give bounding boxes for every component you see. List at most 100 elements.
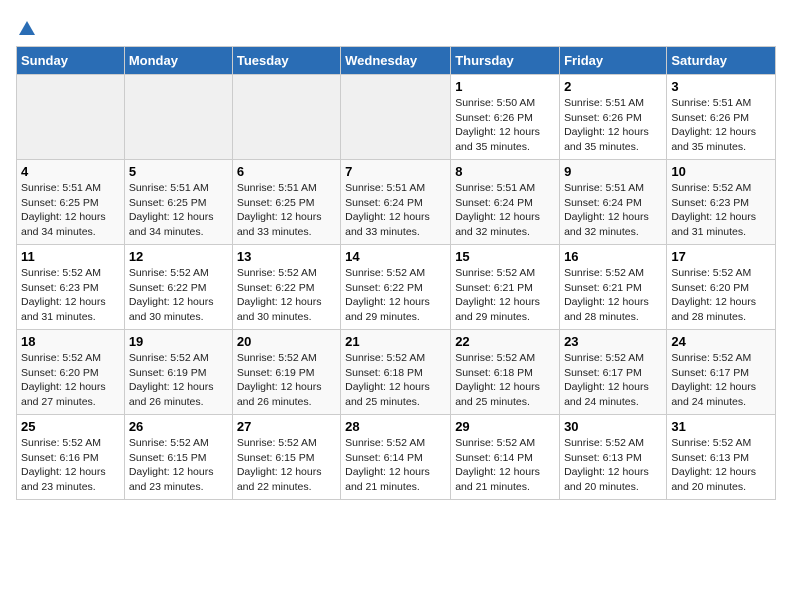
day-number: 11 bbox=[21, 249, 120, 264]
day-info: Sunrise: 5:51 AM Sunset: 6:25 PM Dayligh… bbox=[129, 181, 228, 240]
day-number: 10 bbox=[671, 164, 771, 179]
day-number: 1 bbox=[455, 79, 555, 94]
day-number: 2 bbox=[564, 79, 662, 94]
day-number: 31 bbox=[671, 419, 771, 434]
calendar-cell: 18 Sunrise: 5:52 AM Sunset: 6:20 PM Dayli… bbox=[17, 330, 125, 415]
day-info: Sunrise: 5:52 AM Sunset: 6:19 PM Dayligh… bbox=[237, 351, 336, 410]
day-number: 30 bbox=[564, 419, 662, 434]
calendar-cell: 27 Sunrise: 5:52 AM Sunset: 6:15 PM Dayli… bbox=[232, 415, 340, 500]
day-number: 15 bbox=[455, 249, 555, 264]
day-number: 8 bbox=[455, 164, 555, 179]
calendar-cell: 1 Sunrise: 5:50 AM Sunset: 6:26 PM Daylig… bbox=[451, 75, 560, 160]
day-info: Sunrise: 5:52 AM Sunset: 6:14 PM Dayligh… bbox=[455, 436, 555, 495]
logo-icon bbox=[18, 19, 36, 37]
day-info: Sunrise: 5:52 AM Sunset: 6:14 PM Dayligh… bbox=[345, 436, 446, 495]
calendar-cell: 7Sunrise: 5:51 AM Sunset: 6:24 PM Daylig… bbox=[341, 160, 451, 245]
calendar-week-row: 25Sunrise: 5:52 AM Sunset: 6:16 PM Dayli… bbox=[17, 415, 776, 500]
day-info: Sunrise: 5:52 AM Sunset: 6:15 PM Dayligh… bbox=[237, 436, 336, 495]
day-number: 28 bbox=[345, 419, 446, 434]
calendar-cell: 31Sunrise: 5:52 AM Sunset: 6:13 PM Dayli… bbox=[667, 415, 776, 500]
calendar-cell: 16 Sunrise: 5:52 AM Sunset: 6:21 PM Dayli… bbox=[560, 245, 667, 330]
calendar-cell: 4 Sunrise: 5:51 AM Sunset: 6:25 PM Daylig… bbox=[17, 160, 125, 245]
day-info: Sunrise: 5:52 AM Sunset: 6:21 PM Dayligh… bbox=[564, 266, 662, 325]
day-info: Sunrise: 5:52 AM Sunset: 6:20 PM Dayligh… bbox=[671, 266, 771, 325]
header-wednesday: Wednesday bbox=[341, 47, 451, 75]
calendar-cell: 13Sunrise: 5:52 AM Sunset: 6:22 PM Dayli… bbox=[232, 245, 340, 330]
day-info: Sunrise: 5:52 AM Sunset: 6:22 PM Dayligh… bbox=[129, 266, 228, 325]
calendar-cell: 2Sunrise: 5:51 AM Sunset: 6:26 PM Daylig… bbox=[560, 75, 667, 160]
day-info: Sunrise: 5:52 AM Sunset: 6:20 PM Dayligh… bbox=[21, 351, 120, 410]
calendar-cell: 26 Sunrise: 5:52 AM Sunset: 6:15 PM Dayli… bbox=[124, 415, 232, 500]
day-number: 3 bbox=[671, 79, 771, 94]
day-number: 4 bbox=[21, 164, 120, 179]
header-tuesday: Tuesday bbox=[232, 47, 340, 75]
calendar-week-row: 18 Sunrise: 5:52 AM Sunset: 6:20 PM Dayli… bbox=[17, 330, 776, 415]
day-info: Sunrise: 5:52 AM Sunset: 6:23 PM Dayligh… bbox=[671, 181, 771, 240]
day-info: Sunrise: 5:52 AM Sunset: 6:18 PM Dayligh… bbox=[455, 351, 555, 410]
day-info: Sunrise: 5:52 AM Sunset: 6:17 PM Dayligh… bbox=[564, 351, 662, 410]
day-number: 5 bbox=[129, 164, 228, 179]
calendar-cell: 10 Sunrise: 5:52 AM Sunset: 6:23 PM Dayli… bbox=[667, 160, 776, 245]
calendar-cell: 14 Sunrise: 5:52 AM Sunset: 6:22 PM Dayli… bbox=[341, 245, 451, 330]
calendar-cell: 3 Sunrise: 5:51 AM Sunset: 6:26 PM Daylig… bbox=[667, 75, 776, 160]
calendar-cell: 20 Sunrise: 5:52 AM Sunset: 6:19 PM Dayli… bbox=[232, 330, 340, 415]
day-number: 17 bbox=[671, 249, 771, 264]
day-info: Sunrise: 5:52 AM Sunset: 6:21 PM Dayligh… bbox=[455, 266, 555, 325]
calendar-cell: 6Sunrise: 5:51 AM Sunset: 6:25 PM Daylig… bbox=[232, 160, 340, 245]
calendar-cell: 17 Sunrise: 5:52 AM Sunset: 6:20 PM Dayli… bbox=[667, 245, 776, 330]
calendar-cell: 12 Sunrise: 5:52 AM Sunset: 6:22 PM Dayli… bbox=[124, 245, 232, 330]
calendar-cell: 15 Sunrise: 5:52 AM Sunset: 6:21 PM Dayli… bbox=[451, 245, 560, 330]
day-number: 6 bbox=[237, 164, 336, 179]
calendar-week-row: 1 Sunrise: 5:50 AM Sunset: 6:26 PM Daylig… bbox=[17, 75, 776, 160]
header-monday: Monday bbox=[124, 47, 232, 75]
day-info: Sunrise: 5:51 AM Sunset: 6:25 PM Dayligh… bbox=[21, 181, 120, 240]
header-saturday: Saturday bbox=[667, 47, 776, 75]
calendar-cell bbox=[17, 75, 125, 160]
day-number: 14 bbox=[345, 249, 446, 264]
day-info: Sunrise: 5:51 AM Sunset: 6:26 PM Dayligh… bbox=[671, 96, 771, 155]
calendar-cell: 5 Sunrise: 5:51 AM Sunset: 6:25 PM Daylig… bbox=[124, 160, 232, 245]
calendar-header-row: SundayMondayTuesdayWednesdayThursdayFrid… bbox=[17, 47, 776, 75]
day-number: 26 bbox=[129, 419, 228, 434]
calendar-cell: 24 Sunrise: 5:52 AM Sunset: 6:17 PM Dayli… bbox=[667, 330, 776, 415]
day-info: Sunrise: 5:51 AM Sunset: 6:24 PM Dayligh… bbox=[455, 181, 555, 240]
page-header bbox=[16, 16, 776, 38]
day-info: Sunrise: 5:51 AM Sunset: 6:24 PM Dayligh… bbox=[564, 181, 662, 240]
day-info: Sunrise: 5:52 AM Sunset: 6:23 PM Dayligh… bbox=[21, 266, 120, 325]
calendar-cell: 9Sunrise: 5:51 AM Sunset: 6:24 PM Daylig… bbox=[560, 160, 667, 245]
day-number: 20 bbox=[237, 334, 336, 349]
calendar-cell: 25Sunrise: 5:52 AM Sunset: 6:16 PM Dayli… bbox=[17, 415, 125, 500]
calendar-cell bbox=[124, 75, 232, 160]
day-info: Sunrise: 5:52 AM Sunset: 6:17 PM Dayligh… bbox=[671, 351, 771, 410]
day-info: Sunrise: 5:52 AM Sunset: 6:16 PM Dayligh… bbox=[21, 436, 120, 495]
day-number: 16 bbox=[564, 249, 662, 264]
logo-text bbox=[16, 16, 36, 38]
day-number: 13 bbox=[237, 249, 336, 264]
calendar-week-row: 11 Sunrise: 5:52 AM Sunset: 6:23 PM Dayli… bbox=[17, 245, 776, 330]
day-number: 29 bbox=[455, 419, 555, 434]
day-number: 21 bbox=[345, 334, 446, 349]
calendar-cell: 28 Sunrise: 5:52 AM Sunset: 6:14 PM Dayli… bbox=[341, 415, 451, 500]
day-info: Sunrise: 5:52 AM Sunset: 6:18 PM Dayligh… bbox=[345, 351, 446, 410]
day-number: 12 bbox=[129, 249, 228, 264]
day-number: 27 bbox=[237, 419, 336, 434]
day-info: Sunrise: 5:52 AM Sunset: 6:22 PM Dayligh… bbox=[345, 266, 446, 325]
calendar-cell: 19Sunrise: 5:52 AM Sunset: 6:19 PM Dayli… bbox=[124, 330, 232, 415]
day-info: Sunrise: 5:52 AM Sunset: 6:19 PM Dayligh… bbox=[129, 351, 228, 410]
header-friday: Friday bbox=[560, 47, 667, 75]
day-number: 18 bbox=[21, 334, 120, 349]
calendar-cell: 11 Sunrise: 5:52 AM Sunset: 6:23 PM Dayli… bbox=[17, 245, 125, 330]
calendar-table: SundayMondayTuesdayWednesdayThursdayFrid… bbox=[16, 46, 776, 500]
day-number: 7 bbox=[345, 164, 446, 179]
calendar-cell bbox=[341, 75, 451, 160]
header-thursday: Thursday bbox=[451, 47, 560, 75]
calendar-body: 1 Sunrise: 5:50 AM Sunset: 6:26 PM Daylig… bbox=[17, 75, 776, 500]
day-number: 24 bbox=[671, 334, 771, 349]
calendar-cell: 29 Sunrise: 5:52 AM Sunset: 6:14 PM Dayli… bbox=[451, 415, 560, 500]
logo bbox=[16, 16, 36, 38]
header-sunday: Sunday bbox=[17, 47, 125, 75]
calendar-cell: 8 Sunrise: 5:51 AM Sunset: 6:24 PM Daylig… bbox=[451, 160, 560, 245]
calendar-cell: 23Sunrise: 5:52 AM Sunset: 6:17 PM Dayli… bbox=[560, 330, 667, 415]
day-info: Sunrise: 5:52 AM Sunset: 6:15 PM Dayligh… bbox=[129, 436, 228, 495]
day-info: Sunrise: 5:50 AM Sunset: 6:26 PM Dayligh… bbox=[455, 96, 555, 155]
